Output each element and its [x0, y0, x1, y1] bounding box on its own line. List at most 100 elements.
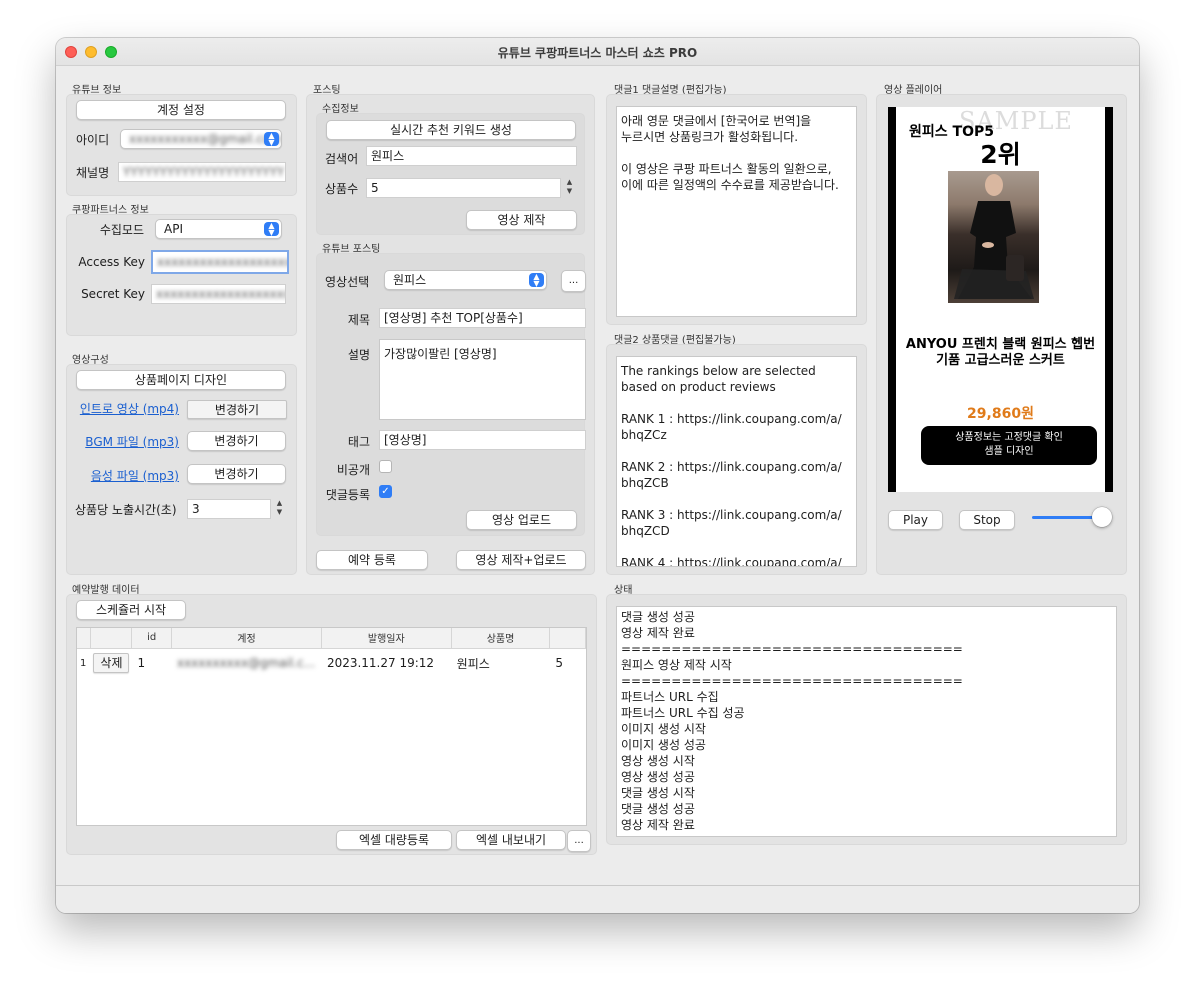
status-line: 파트너스 URL 수집 성공: [621, 706, 745, 720]
video-preview: SAMPLE 원피스 TOP5 2위 ANYOU 프렌치 블랙 원피스 헵번 기…: [888, 107, 1113, 492]
voice-file-link[interactable]: 음성 파일 (mp3): [70, 467, 179, 484]
play-button[interactable]: Play: [888, 510, 943, 530]
secret-key-value: xxxxxxxxxxxxxxxxxxxxxx: [156, 287, 285, 301]
channel-value: YYYYYYYYYYYYYYYYYYYYYY: [123, 165, 285, 179]
table-header-row: id 계정 발행일자 상품명: [77, 628, 586, 649]
collect-mode-select[interactable]: API ▲ ▼: [155, 219, 282, 239]
product-count-label: 상품수: [325, 182, 359, 196]
collect-mode-value: API: [164, 222, 183, 236]
title-bar: 유튜브 쿠팡파트너스 마스터 쇼츠 PRO: [56, 38, 1139, 66]
channel-label: 채널명: [76, 166, 110, 180]
access-key-field[interactable]: xxxxxxxxxxxxxxxxxxxxxx: [151, 250, 289, 274]
video-select-value: 원피스: [393, 273, 427, 287]
id-label: 아이디: [76, 133, 110, 147]
excel-import-button[interactable]: 엑셀 대량등록: [336, 830, 452, 850]
exposure-time-field[interactable]: 3: [187, 499, 271, 519]
chevron-updown-icon: ▲ ▼: [264, 132, 279, 147]
intro-video-link[interactable]: 인트로 영상 (mp4): [70, 400, 179, 417]
column-header-date[interactable]: 발행일자: [321, 628, 452, 649]
secret-key-label: Secret Key: [81, 287, 145, 301]
bgm-change-button[interactable]: 변경하기: [187, 431, 286, 451]
status-line: 댓글 생성 시작: [621, 786, 695, 800]
column-header-action: [90, 628, 133, 649]
private-label: 비공개: [336, 463, 370, 477]
schedule-table-container: id 계정 발행일자 상품명 1 삭제 1 xxxxxxxxxx@gmail.c…: [76, 627, 587, 826]
product-image: [948, 171, 1039, 303]
upload-video-button[interactable]: 영상 업로드: [466, 510, 577, 530]
cell-count: 5: [549, 648, 586, 678]
status-log[interactable]: 댓글 생성 성공 영상 제작 완료 ======================…: [616, 606, 1117, 837]
preview-product-name-line2: 기품 고급스러운 스커트: [936, 353, 1065, 368]
channel-field[interactable]: YYYYYYYYYYYYYYYYYYYYYY: [118, 162, 286, 182]
delete-row-button[interactable]: 삭제: [93, 653, 130, 674]
comment1-textarea[interactable]: 아래 영문 댓글에서 [한국어로 번역]을 누르시면 상품링크가 활성화됩니다.…: [616, 106, 857, 317]
exposure-time-value: 3: [192, 502, 200, 516]
make-video-button[interactable]: 영상 제작: [466, 210, 577, 230]
search-keyword-label: 검색어: [325, 152, 359, 166]
private-checkbox[interactable]: [379, 460, 392, 473]
preview-product-name-line1: ANYOU 프렌치 블랙 원피스 헵번: [905, 337, 1096, 352]
status-line: 영상 제작 완료: [621, 818, 695, 832]
secret-key-field[interactable]: xxxxxxxxxxxxxxxxxxxxxx: [151, 284, 286, 304]
cell-date: 2023.11.27 19:12: [321, 648, 452, 678]
search-keyword-field[interactable]: 원피스: [366, 146, 577, 166]
video-frame: SAMPLE 원피스 TOP5 2위 ANYOU 프렌치 블랙 원피스 헵번 기…: [896, 107, 1105, 492]
tag-label: 태그: [347, 435, 370, 449]
stop-button[interactable]: Stop: [959, 510, 1015, 530]
column-header-id[interactable]: id: [131, 628, 172, 649]
status-line: ==================================: [621, 674, 963, 688]
video-select[interactable]: 원피스 ▲ ▼: [384, 270, 547, 290]
keyword-generate-button[interactable]: 실시간 추천 키워드 생성: [326, 120, 576, 140]
tag-field[interactable]: [영상명]: [379, 430, 586, 450]
status-line: 영상 제작 완료: [621, 626, 695, 640]
description-textarea[interactable]: 가장많이팔린 [영상명]: [379, 339, 586, 420]
video-select-more-button[interactable]: ...: [561, 270, 586, 292]
reserve-button[interactable]: 예약 등록: [316, 550, 428, 570]
comment2-textarea[interactable]: The rankings below are selected based on…: [616, 356, 857, 567]
cell-id: 1: [131, 648, 172, 678]
voice-change-button[interactable]: 변경하기: [187, 464, 286, 484]
bottom-status-bar: [56, 885, 1139, 913]
volume-slider-knob[interactable]: [1092, 507, 1112, 527]
product-page-design-button[interactable]: 상품페이지 디자인: [76, 370, 286, 390]
status-line: 이미지 생성 성공: [621, 738, 706, 752]
excel-more-button[interactable]: ...: [567, 830, 591, 852]
status-line: 원피스 영상 제작 시작: [621, 658, 732, 672]
status-line: 영상 생성 성공: [621, 770, 695, 784]
preview-cta-line1: 상품정보는 고정댓글 확인: [955, 432, 1063, 443]
window-title: 유튜브 쿠팡파트너스 마스터 쇼츠 PRO: [497, 46, 698, 60]
cell-account-value: xxxxxxxxxx@gmail.c...: [176, 656, 316, 671]
table-row[interactable]: 1 삭제 1 xxxxxxxxxx@gmail.c... 2023.11.27 …: [77, 648, 586, 678]
excel-export-button[interactable]: 엑셀 내보내기: [456, 830, 566, 850]
preview-cta-box: 상품정보는 고정댓글 확인 샘플 디자인: [921, 426, 1097, 465]
bgm-file-link[interactable]: BGM 파일 (mp3): [70, 433, 179, 450]
video-select-label: 영상선택: [325, 275, 370, 289]
title-field[interactable]: [영상명] 추천 TOP[상품수]: [379, 308, 586, 328]
column-header-count[interactable]: [549, 628, 586, 649]
id-select[interactable]: xxxxxxxxxxx@gmail.com ▲ ▼: [120, 129, 282, 149]
preview-cta-line2: 샘플 디자인: [984, 446, 1034, 457]
status-line: ==================================: [621, 642, 963, 656]
cell-product: 원피스: [451, 648, 551, 678]
column-header-product[interactable]: 상품명: [451, 628, 551, 649]
title-value: [영상명] 추천 TOP[상품수]: [384, 311, 523, 325]
register-comment-label: 댓글등록: [325, 488, 370, 502]
search-keyword-value: 원피스: [371, 149, 405, 163]
column-header-account[interactable]: 계정: [171, 628, 322, 649]
product-count-field[interactable]: 5: [366, 178, 561, 198]
title-label: 제목: [347, 313, 370, 327]
access-key-label: Access Key: [78, 255, 145, 269]
product-count-stepper[interactable]: ▲ ▼: [564, 178, 575, 198]
intro-change-button[interactable]: 변경하기: [187, 400, 287, 419]
tag-value: [영상명]: [384, 433, 427, 447]
id-value: xxxxxxxxxxx@gmail.com: [129, 132, 282, 146]
account-settings-button[interactable]: 계정 설정: [76, 100, 286, 120]
register-comment-checkbox[interactable]: ✓: [379, 485, 392, 498]
chevron-updown-icon: ▲ ▼: [529, 273, 544, 288]
collect-mode-label: 수집모드: [99, 223, 144, 237]
make-and-upload-button[interactable]: 영상 제작+업로드: [456, 550, 586, 570]
scheduler-start-button[interactable]: 스케쥴러 시작: [76, 600, 186, 620]
exposure-time-stepper[interactable]: ▲ ▼: [274, 499, 285, 519]
access-key-value: xxxxxxxxxxxxxxxxxxxxxx: [157, 255, 287, 269]
column-header-rownum: [77, 628, 92, 649]
